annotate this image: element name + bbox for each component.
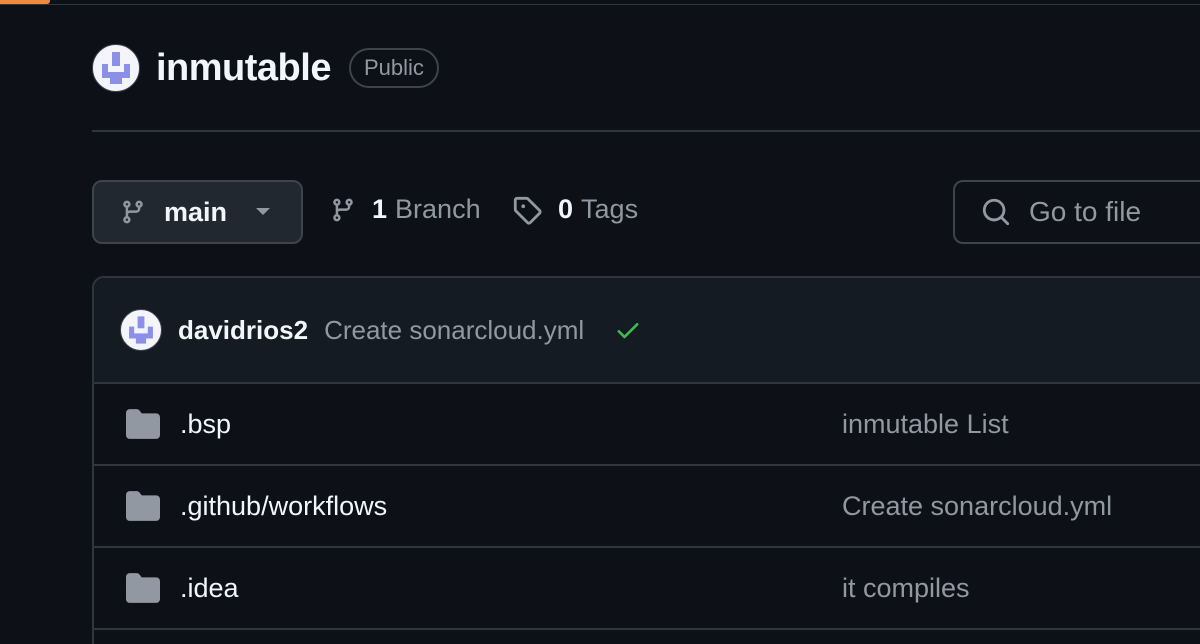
- file-row: .idea it compiles: [94, 548, 1200, 630]
- file-name-link[interactable]: .github/workflows: [180, 491, 387, 522]
- folder-icon: [126, 491, 160, 521]
- search-icon: [982, 198, 1010, 226]
- tag-icon: [513, 196, 542, 225]
- repo-header: inmutable Public: [92, 44, 439, 92]
- branch-select-button[interactable]: main: [92, 180, 303, 244]
- file-name-link[interactable]: .idea: [180, 573, 239, 604]
- branches-link[interactable]: 1 Branch: [330, 194, 481, 225]
- commit-message-link[interactable]: Create sonarcloud.yml: [324, 315, 584, 346]
- caret-down-icon: [256, 208, 271, 215]
- file-browser: davidrios2 Create sonarcloud.yml .bsp in…: [92, 276, 1200, 644]
- branch-count: 1: [372, 194, 388, 224]
- repo-name-link[interactable]: inmutable: [156, 47, 331, 90]
- file-name-link[interactable]: .bsp: [180, 409, 231, 440]
- tag-label: Tags: [581, 194, 639, 224]
- latest-commit-bar: davidrios2 Create sonarcloud.yml: [94, 278, 1200, 384]
- branch-label: Branch: [395, 194, 481, 224]
- repo-page: inmutable Public main 1 Branch 0 Tags Go…: [0, 0, 1200, 644]
- file-commit-message-link[interactable]: it compiles: [842, 573, 970, 604]
- file-commit-message-link[interactable]: inmutable List: [842, 409, 1009, 440]
- top-nav-border: [0, 0, 1200, 5]
- file-commit-message-link[interactable]: Create sonarcloud.yml: [842, 491, 1112, 522]
- git-branch-icon: [333, 198, 353, 221]
- file-row: .bsp inmutable List: [94, 384, 1200, 466]
- identicon-icon: [129, 316, 153, 344]
- folder-icon: [126, 409, 160, 439]
- header-divider: [92, 130, 1200, 132]
- commit-author-link[interactable]: davidrios2: [178, 315, 308, 346]
- git-branch-icon: [123, 200, 143, 224]
- active-tab-indicator: [0, 0, 50, 4]
- owner-avatar[interactable]: [92, 44, 140, 92]
- folder-icon: [126, 573, 160, 603]
- commit-author-avatar[interactable]: [120, 309, 162, 351]
- file-row: .github/workflows Create sonarcloud.yml: [94, 466, 1200, 548]
- check-icon[interactable]: [614, 316, 642, 344]
- go-to-file-box[interactable]: [953, 180, 1200, 244]
- go-to-file-input[interactable]: [1027, 195, 1200, 229]
- visibility-badge: Public: [348, 48, 439, 88]
- identicon-icon: [102, 52, 130, 84]
- tag-count: 0: [558, 194, 574, 224]
- tags-link[interactable]: 0 Tags: [512, 194, 638, 225]
- branch-name: main: [164, 196, 228, 227]
